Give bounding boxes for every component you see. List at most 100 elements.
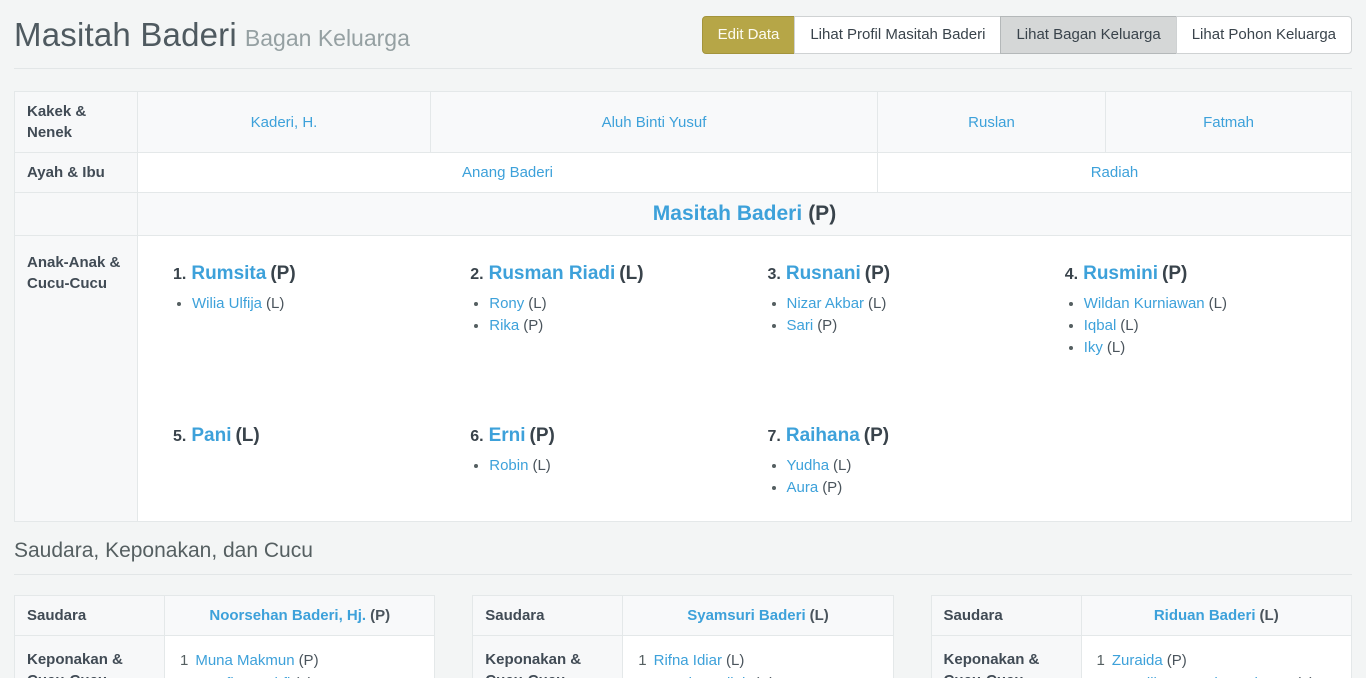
grandchild-item: Rony(L)	[489, 296, 730, 311]
child-block: 7.Raihana(P) Yudha(L) Aura(P)	[745, 407, 1042, 512]
child-number: 3.	[768, 266, 781, 283]
sibling-row-label: Saudara	[931, 596, 1081, 636]
grandchildren-list: Rony(L) Rika(P)	[470, 296, 730, 333]
child-block: 4.Rusmini(P) Wildan Kurniawan(L) Iqbal(L…	[1042, 245, 1339, 407]
child-heading: 1. Rumsita(P)	[173, 263, 433, 285]
sibling-table: Saudara Syamsuri Baderi (L) Keponakan & C…	[472, 595, 893, 678]
grandchild-link[interactable]: Nizar Akbar	[787, 295, 865, 312]
nephews-list: 1Rifna Idiar(L) Sari Mardiah(P)	[635, 650, 880, 678]
sibling-row-label: Saudara	[15, 596, 165, 636]
nephews-list: 1Muna Makmun(P) Nafies Luthfi(L)	[177, 650, 422, 678]
child-number: 1.	[173, 266, 186, 283]
grandfather-maternal-link[interactable]: Ruslan	[968, 114, 1015, 131]
person-link[interactable]: Masitah Baderi	[653, 202, 802, 225]
nephew-link[interactable]: Rifna Idiar	[654, 652, 722, 669]
grandchild-link[interactable]: Wildan Kurniawan	[1084, 295, 1205, 312]
page-title-block: Masitah Baderi Bagan Keluarga	[14, 16, 410, 54]
sibling-gender: (L)	[810, 607, 829, 624]
child-number: 2.	[470, 266, 483, 283]
sibling-gender: (L)	[1260, 607, 1279, 624]
grandchild-link[interactable]: Rika	[489, 317, 519, 334]
grandchild-item: Rika(P)	[489, 318, 730, 333]
grandchild-item: Iky(L)	[1084, 340, 1325, 355]
grandchildren-list: Wilia Ulfija(L)	[173, 296, 433, 311]
child-gender: (P)	[530, 425, 555, 446]
child-link[interactable]: Rusnani	[786, 263, 861, 284]
grandchild-item: Nizar Akbar(L)	[787, 296, 1028, 311]
child-link[interactable]: Rusman Riadi	[489, 263, 616, 284]
parents-row-label: Ayah & Ibu	[15, 153, 138, 193]
child-heading: 6.Erni(P)	[470, 425, 730, 447]
grandchild-link[interactable]: Robin	[489, 457, 528, 474]
nephew-link[interactable]: Zuraida	[1112, 652, 1163, 669]
sibling-header-row: Saudara Noorsehan Baderi, Hj.(P)	[15, 596, 435, 636]
nephews-row: Keponakan & Cucu-Cucu 1Rifna Idiar(L) Sa…	[473, 636, 893, 678]
edit-data-button[interactable]: Edit Data	[702, 16, 796, 54]
grandchild-link[interactable]: Iky	[1084, 339, 1103, 356]
grandchild-link[interactable]: Iqbal	[1084, 317, 1117, 334]
child-link[interactable]: Pani	[191, 425, 231, 446]
page: Masitah Baderi Bagan Keluarga Edit Data L…	[0, 0, 1366, 678]
nephew-item: 1Muna Makmun(P) Nafies Luthfi(L)	[180, 650, 422, 678]
sibling-link[interactable]: Riduan Baderi	[1154, 607, 1256, 624]
nephew-children-list: Andika Nugraha Rahman(L)	[1097, 673, 1339, 678]
child-heading: 5.Pani(L)	[173, 425, 433, 447]
view-profile-button[interactable]: Lihat Profil Masitah Baderi	[794, 16, 1001, 54]
page-subtitle: Bagan Keluarga	[245, 25, 410, 51]
siblings-section-heading: Saudara, Keponakan, dan Cucu	[14, 539, 1352, 563]
sibling-row-label: Saudara	[473, 596, 623, 636]
view-family-tree-button[interactable]: Lihat Pohon Keluarga	[1176, 16, 1352, 54]
grandchild-item: Robin(L)	[489, 458, 730, 473]
child-gender: (P)	[270, 263, 295, 284]
child-link[interactable]: Rumsita	[191, 263, 266, 284]
child-number: 7.	[768, 428, 781, 445]
grandfather-paternal-link[interactable]: Kaderi, H.	[251, 114, 318, 131]
nephew-children-list: Sari Mardiah(P)	[638, 673, 880, 678]
parents-row: Ayah & Ibu Anang Baderi Radiah	[15, 153, 1352, 193]
sibling-link[interactable]: Noorsehan Baderi, Hj.	[209, 607, 366, 624]
child-heading: 4.Rusmini(P)	[1065, 263, 1325, 285]
child-gender: (L)	[619, 263, 643, 284]
grandchild-link[interactable]: Aura	[787, 479, 819, 496]
grandchildren-list: Wildan Kurniawan(L) Iqbal(L) Iky(L)	[1065, 296, 1325, 355]
grandmother-maternal-link[interactable]: Fatmah	[1203, 114, 1254, 131]
child-link[interactable]: Erni	[489, 425, 526, 446]
nephew-child-item: Andika Nugraha Rahman(L)	[1124, 673, 1339, 678]
nephews-row-label: Keponakan & Cucu-Cucu	[15, 636, 165, 678]
nephews-list: 1Zuraida(P) Andika Nugraha Rahman(L)	[1094, 650, 1339, 678]
mother-link[interactable]: Radiah	[1091, 164, 1139, 181]
child-link[interactable]: Raihana	[786, 425, 860, 446]
page-title: Masitah Baderi	[14, 16, 237, 53]
sibling-link[interactable]: Syamsuri Baderi	[687, 607, 805, 624]
sibling-gender: (P)	[370, 607, 390, 624]
grandchild-link[interactable]: Sari	[787, 317, 814, 334]
grandchild-item: Aura(P)	[787, 480, 1028, 495]
grandmother-paternal-link[interactable]: Aluh Binti Yusuf	[602, 114, 707, 131]
nephew-child-item: Sari Mardiah(P)	[665, 673, 880, 678]
nephews-row: Keponakan & Cucu-Cucu 1Muna Makmun(P) Na…	[15, 636, 435, 678]
grandparents-row-label: Kakek & Nenek	[15, 92, 138, 153]
children-grid: 1.Rumsita(P) Wilia Ulfija(L) 2.Rusman Ri…	[150, 245, 1339, 512]
nephews-row: Keponakan & Cucu-Cucu 1Zuraida(P) Andika…	[931, 636, 1351, 678]
child-heading: 7.Raihana(P)	[768, 425, 1028, 447]
nephew-children-list: Nafies Luthfi(L)	[180, 673, 422, 678]
grandchild-link[interactable]: Wilia Ulfija	[192, 295, 262, 312]
child-block: 2. Rusman Riadi(L) Rony(L) Rika(P)	[447, 245, 744, 407]
view-family-chart-button[interactable]: Lihat Bagan Keluarga	[1000, 16, 1176, 54]
grandchildren-list: Yudha(L) Aura(P)	[768, 458, 1028, 495]
grandchild-item: Wilia Ulfija(L)	[192, 296, 433, 311]
child-link[interactable]: Rusmini	[1083, 263, 1158, 284]
nephews-row-label: Keponakan & Cucu-Cucu	[473, 636, 623, 678]
grandchild-link[interactable]: Yudha	[787, 457, 830, 474]
grandchild-link[interactable]: Rony	[489, 295, 524, 312]
sibling-header-row: Saudara Riduan Baderi(L)	[931, 596, 1351, 636]
grandchildren-list: Nizar Akbar(L) Sari(P)	[768, 296, 1028, 333]
nephew-child-item: Nafies Luthfi(L)	[207, 673, 422, 678]
grandchild-item: Sari(P)	[787, 318, 1028, 333]
sibling-header-row: Saudara Syamsuri Baderi (L)	[473, 596, 893, 636]
father-link[interactable]: Anang Baderi	[462, 164, 553, 181]
child-block: 5.Pani(L)	[150, 407, 447, 512]
children-row-label: Anak-Anak & Cucu-Cucu	[15, 236, 138, 522]
nephew-link[interactable]: Muna Makmun	[195, 652, 294, 669]
grandchild-item: Wildan Kurniawan(L)	[1084, 296, 1325, 311]
